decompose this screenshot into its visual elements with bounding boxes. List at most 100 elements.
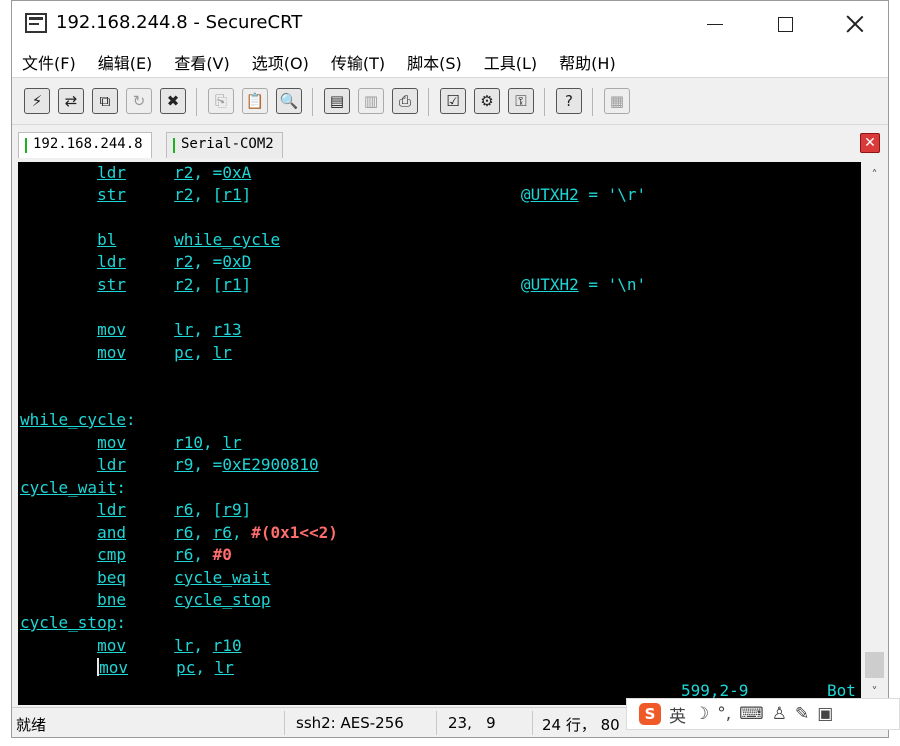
print-setup-icon: ▤ [329,92,345,110]
menu-options[interactable]: 选项(O) [252,50,309,74]
menu-view[interactable]: 查看(V) [174,50,229,74]
maximize-icon [777,16,793,32]
help-button[interactable]: ? [556,88,582,114]
toolbar-separator [312,88,313,116]
session-tab-bar: 192.168.244.8 Serial-COM2 ✕ [12,125,888,161]
reconnect-icon: ↻ [132,92,146,110]
minimize-icon [707,23,723,25]
terminal-line: bne cycle_stop [97,590,271,609]
menu-help[interactable]: 帮助(H) [559,50,616,74]
toolbar-separator [196,88,197,116]
title-bar: 192.168.244.8 - SecureCRT [12,1,888,47]
disconnect-icon: ✖ [166,92,180,110]
terminal-line: str r2, [r1] @UTXH2 = '\r' [97,185,647,204]
menu-tools[interactable]: 工具(L) [484,50,537,74]
connect-icon: ⇄ [64,92,78,110]
paste-icon: 📋 [245,92,265,110]
securecrt-app-icon [25,13,47,33]
connected-indicator [25,138,27,153]
toolbar-separator [544,88,545,116]
menu-edit[interactable]: 编辑(E) [98,50,153,74]
menu-script[interactable]: 脚本(S) [407,50,462,74]
paste-button[interactable]: 📋 [242,88,268,114]
keymap-icon: ⚿ [515,92,527,110]
help-icon: ? [565,92,573,110]
terminal-line: cycle_stop: [20,613,126,632]
copy-icon: ⎘ [214,92,227,110]
close-icon [846,15,864,33]
ime-user-icon[interactable]: ♙ [772,704,787,724]
tab-label: Serial-COM2 [181,136,274,152]
close-window-button[interactable] [832,1,878,47]
print-selection-button[interactable]: ▥ [358,88,384,114]
status-ready: 就绪 [16,716,47,734]
maximize-button[interactable] [762,1,808,47]
terminal-line: ldr r2, =0xD [97,252,252,271]
sftp-icon: ▦ [609,92,625,110]
terminal-line: mov r10, lr [97,433,242,452]
ime-moon-icon[interactable]: ☽ [694,704,709,724]
status-separator [284,711,285,735]
status-terminal-size: 24 行， 80 [542,716,620,734]
print-setup-button[interactable]: ▤ [324,88,350,114]
quick-connect-icon: ⚡ [31,92,43,110]
toolbar-separator [428,88,429,116]
tab-192-168-244-8[interactable]: 192.168.244.8 [18,132,152,158]
vertical-scrollbar[interactable]: ˄ ˅ [861,162,888,705]
terminal-screen[interactable]: ldr r2, =0xA str r2, [r1] @UTXH2 = '\r' … [18,162,861,705]
ime-skin-icon[interactable]: ▣ [817,704,833,724]
print-icon: ⎙ [398,92,411,110]
scroll-up-button[interactable]: ˄ [861,164,888,186]
find-button[interactable]: 🔍 [276,88,302,114]
sftp-button[interactable]: ▦ [604,88,630,114]
menu-transfer[interactable]: 传输(T) [331,50,385,74]
terminal-line: beq cycle_wait [97,568,271,587]
quick-connect-button[interactable]: ⚡ [24,88,50,114]
connect-in-tab-button[interactable]: ⧉ [92,88,118,114]
terminal-line: str r2, [r1] @UTXH2 = '\n' [97,275,647,294]
sogou-logo-icon[interactable]: S [639,703,661,725]
terminal-line: mov pc, lr [97,658,234,677]
ime-punctuation-icon[interactable]: °, [717,704,731,724]
ime-tools-icon[interactable]: ✎ [795,704,809,724]
disconnect-button[interactable]: ✖ [160,88,186,114]
print-button[interactable]: ⎙ [392,88,418,114]
keymap-button[interactable]: ⚿ [508,88,534,114]
window-title: 192.168.244.8 - SecureCRT [56,12,303,33]
scrollbar-thumb[interactable] [865,652,884,678]
terminal-line: mov pc, lr [97,343,232,362]
terminal-line: ldr r2, =0xA [97,163,252,182]
terminal-line: and r6, r6, #(0x1<<2) [97,523,338,542]
terminal-line: ldr r6, [r9] [97,500,252,519]
session-options-icon: ☑ [446,92,460,110]
status-separator [436,711,437,735]
menu-file[interactable]: 文件(F) [22,50,76,74]
connect-button[interactable]: ⇄ [58,88,84,114]
toolbar: ⚡ ⇄ ⧉ ↻ ✖ ⎘ 📋 🔍 ▤ ▥ ⎙ ☑ ⚙ ⚿ ? ▦ [12,77,888,125]
print-selection-icon: ▥ [363,92,379,110]
ime-keyboard-icon[interactable]: ⌨ [739,704,764,724]
global-options-icon: ⚙ [480,92,494,110]
connect-in-tab-icon: ⧉ [99,92,111,110]
copy-button[interactable]: ⎘ [208,88,234,114]
status-cursor-position: 23, 9 [448,714,496,732]
terminal-line: cmp r6, #0 [97,545,232,564]
toolbar-separator [592,88,593,116]
terminal-line: mov lr, r10 [97,636,242,655]
connected-indicator [173,138,175,153]
menu-bar: 文件(F) 编辑(E) 查看(V) 选项(O) 传输(T) 脚本(S) 工具(L… [12,47,888,77]
terminal-line: bl while_cycle [97,230,281,249]
session-options-button[interactable]: ☑ [440,88,466,114]
tab-serial-com2[interactable]: Serial-COM2 [166,132,283,158]
close-tab-button[interactable]: ✕ [860,133,880,153]
status-separator [532,711,533,735]
global-options-button[interactable]: ⚙ [474,88,500,114]
securecrt-window: 192.168.244.8 - SecureCRT 文件(F) 编辑(E) 查看… [11,0,889,738]
terminal-line: while_cycle: [20,410,136,429]
ime-language-icon[interactable]: 英 [669,702,686,727]
reconnect-button[interactable]: ↻ [126,88,152,114]
minimize-button[interactable] [692,1,738,47]
status-protocol: ssh2: AES-256 [296,714,404,732]
terminal-line: ldr r9, =0xE2900810 [97,455,319,474]
tab-label: 192.168.244.8 [33,136,143,152]
